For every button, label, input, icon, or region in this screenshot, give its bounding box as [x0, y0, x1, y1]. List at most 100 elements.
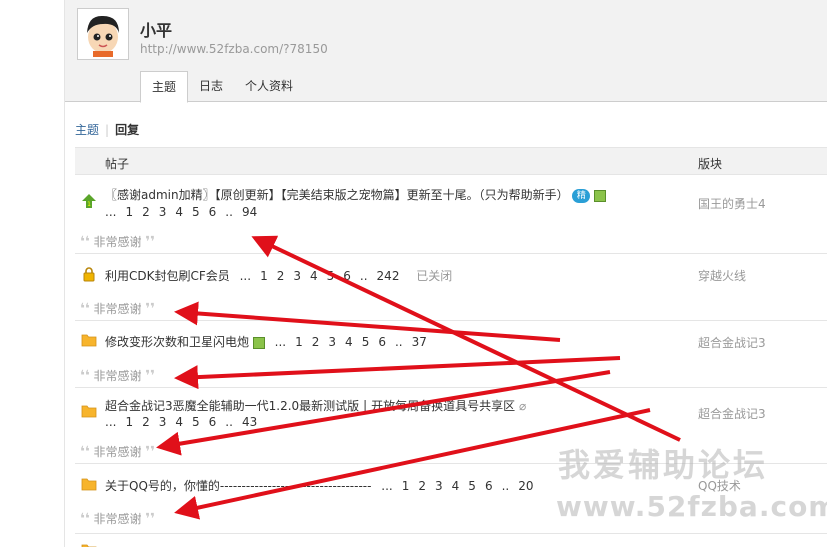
svg-text:1: 1 [87, 201, 91, 208]
thread-title-link[interactable]: 超合金战记3恶魔全能辅助一代1.2.0最新测试版丨开放每周备换道具号共享区 [105, 399, 515, 413]
page-link[interactable]: 2 [142, 205, 150, 219]
profile-header: 小平 http://www.52fzba.com/?78150 主题 日志 个人… [65, 0, 827, 103]
reply-text[interactable]: 非常感谢 [94, 302, 142, 316]
close-quote-icon: ❜❜ [145, 444, 156, 460]
close-quote-icon: ❜❜ [145, 368, 156, 384]
page-link-last[interactable]: 43 [242, 415, 257, 429]
page-link[interactable]: 3 [159, 415, 167, 429]
watermark-site-url: www.52fzba.com [556, 490, 827, 523]
reply-text[interactable]: 非常感谢 [94, 235, 142, 249]
tab-blog[interactable]: 日志 [188, 71, 234, 102]
page-link[interactable]: 6 [378, 335, 386, 349]
page-ellipsis: .. [501, 479, 510, 493]
forum-link[interactable]: 国王的勇士4 [698, 195, 766, 212]
page-link[interactable]: 1 [260, 269, 268, 283]
table-row: 1 〖感谢admin加精〗【原创更新】【完美结束版之宠物篇】更新至十尾。（只为帮… [75, 176, 827, 254]
page-link[interactable]: 1 [295, 335, 303, 349]
page-link[interactable]: 5 [468, 479, 476, 493]
thread-title-link[interactable]: 利用CDK封包刷CF会员 [105, 269, 230, 283]
folder-icon [81, 405, 97, 418]
page-link[interactable]: 2 [418, 479, 426, 493]
page-ellipsis: ... [105, 205, 117, 219]
username: 小平 [140, 21, 173, 40]
close-quote-icon: ❜❜ [145, 511, 156, 527]
page-link[interactable]: 6 [485, 479, 493, 493]
tab-topics[interactable]: 主题 [140, 71, 189, 103]
close-quote-icon: ❜❜ [145, 301, 156, 317]
subnav-replies-current[interactable]: 回复 [115, 123, 139, 137]
page-link-last[interactable]: 242 [377, 269, 400, 283]
reply-quote: ❛❛ 非常感谢 ❜❜ [80, 443, 155, 460]
page-link[interactable]: 3 [159, 205, 167, 219]
table-row-partial [75, 534, 827, 547]
pagination: ... 1 2 3 4 5 6.. 43 [105, 415, 266, 429]
up-arrow-icon: 1 [82, 194, 96, 208]
avatar-image [80, 11, 126, 57]
reply-text[interactable]: 非常感谢 [94, 445, 142, 459]
page-link-last[interactable]: 37 [412, 335, 427, 349]
closed-status: 已关闭 [416, 269, 453, 283]
pagination: ... 1 2 3 4 5 6.. 242 [240, 269, 409, 283]
open-quote-icon: ❛❛ [80, 511, 90, 527]
open-quote-icon: ❛❛ [80, 234, 90, 250]
image-attachment-icon [594, 189, 607, 202]
table-row: 修改变形次数和卫星闪电炮 ... 1 2 3 4 5 6.. 37 超合金战记3 ❛❛ 非常感… [75, 321, 827, 388]
page-link[interactable]: 1 [402, 479, 410, 493]
sub-navigation: 主题 | 回复 [75, 121, 139, 138]
page-link[interactable]: 4 [452, 479, 460, 493]
page-link[interactable]: 5 [327, 269, 335, 283]
page-link[interactable]: 3 [293, 269, 301, 283]
table-row: 利用CDK封包刷CF会员 ... 1 2 3 4 5 6.. 242 已关闭 穿越火线 ❛❛ … [75, 254, 827, 321]
page-link[interactable]: 6 [209, 205, 217, 219]
folder-icon [81, 334, 97, 347]
reply-text[interactable]: 非常感谢 [94, 369, 142, 383]
page-link[interactable]: 3 [435, 479, 443, 493]
page-ellipsis: ... [239, 269, 252, 283]
page-link[interactable]: 4 [175, 205, 183, 219]
reply-text[interactable]: 非常感谢 [94, 512, 142, 526]
open-quote-icon: ❛❛ [80, 368, 90, 384]
thread-title-link[interactable]: 修改变形次数和卫星闪电炮 [105, 335, 249, 349]
reply-quote: ❛❛ 非常感谢 ❜❜ [80, 367, 155, 384]
forum-link[interactable]: 穿越火线 [698, 267, 746, 284]
page-link[interactable]: 4 [345, 335, 353, 349]
page-link[interactable]: 2 [312, 335, 320, 349]
lock-icon [83, 267, 95, 282]
thread-title-link[interactable]: 〖感谢admin加精〗【原创更新】【完美结束版之宠物篇】更新至十尾。（只为帮助新… [105, 188, 569, 202]
forum-link[interactable]: 超合金战记3 [698, 334, 766, 351]
page-link[interactable]: 3 [328, 335, 336, 349]
close-quote-icon: ❜❜ [145, 234, 156, 250]
page-link[interactable]: 4 [175, 415, 183, 429]
page-link[interactable]: 2 [277, 269, 285, 283]
tab-profile[interactable]: 个人资料 [234, 71, 304, 102]
page-ellipsis: ... [105, 415, 117, 429]
watermark-site-name: 我爱辅助论坛 [558, 446, 769, 484]
reply-quote: ❛❛ 非常感谢 ❜❜ [80, 300, 155, 317]
profile-tabs: 主题 日志 个人资料 [140, 71, 304, 103]
page-ellipsis: .. [394, 335, 403, 349]
page-link[interactable]: 1 [125, 205, 133, 219]
image-attachment-icon [252, 336, 265, 349]
forum-link[interactable]: 超合金战记3 [698, 405, 766, 422]
page-link-last[interactable]: 94 [242, 205, 257, 219]
avatar[interactable] [77, 8, 129, 60]
page-link[interactable]: 6 [209, 415, 217, 429]
page-link[interactable]: 5 [192, 415, 200, 429]
page-link-last[interactable]: 20 [518, 479, 533, 493]
page-ellipsis: .. [225, 415, 233, 429]
page-link[interactable]: 2 [142, 415, 150, 429]
page-link[interactable]: 5 [362, 335, 370, 349]
column-header-post: 帖子 [105, 157, 130, 171]
user-space-link[interactable]: http://www.52fzba.com/?78150 [140, 42, 328, 56]
pagination: ... 1 2 3 4 5 6.. 20 [381, 479, 542, 493]
reply-quote: ❛❛ 非常感谢 ❜❜ [80, 510, 155, 527]
page-link[interactable]: 6 [343, 269, 351, 283]
page-link[interactable]: 1 [125, 415, 133, 429]
column-header-forum: 版块 [698, 157, 723, 171]
open-quote-icon: ❛❛ [80, 444, 90, 460]
page-link[interactable]: 5 [192, 205, 200, 219]
subnav-topics-link[interactable]: 主题 [75, 123, 99, 137]
thread-title-link[interactable]: 关于QQ号的，你懂的------------------------------… [105, 479, 371, 493]
page-link[interactable]: 4 [310, 269, 318, 283]
folder-icon [81, 478, 97, 491]
